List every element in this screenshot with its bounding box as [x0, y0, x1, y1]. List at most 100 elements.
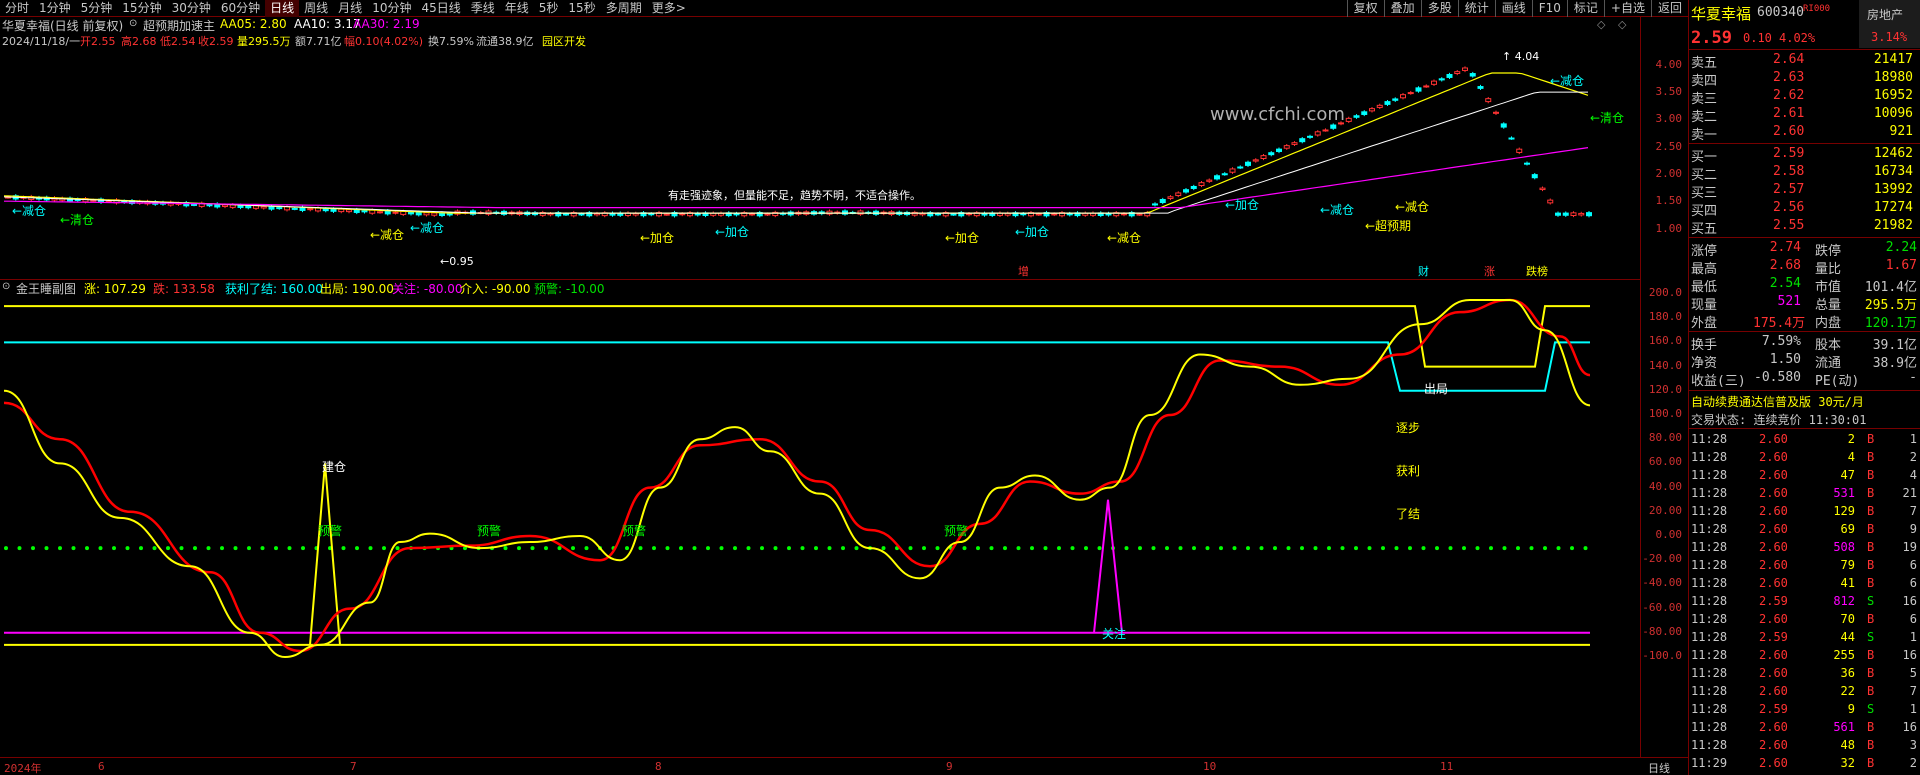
bid-row[interactable]: 买五 2.55 21982: [1689, 217, 1920, 237]
candle-body: [1485, 98, 1492, 103]
function-button[interactable]: 标记: [1566, 0, 1604, 17]
circle-icon[interactable]: ⊙: [2, 281, 10, 292]
ask-row[interactable]: 卖二 2.61 10096: [1689, 105, 1920, 125]
candle-body: [663, 213, 670, 216]
warn-label: 预警: [477, 523, 501, 538]
concept-tag[interactable]: 园区开发: [542, 33, 586, 49]
function-button[interactable]: 画线: [1494, 0, 1532, 17]
function-button[interactable]: 返回: [1650, 0, 1688, 17]
period-tab[interactable]: 45日线: [416, 0, 465, 17]
event-marker[interactable]: 涨: [1484, 265, 1495, 278]
stat-label: 收益(三): [1691, 374, 1746, 389]
candle-body: [1369, 108, 1375, 112]
tick-time: 11:28: [1691, 522, 1728, 536]
indicator-tick: 40.00: [1648, 479, 1682, 493]
tick-count: 7: [1909, 504, 1917, 518]
diamond-icon[interactable]: ◇: [1597, 18, 1605, 31]
event-marker[interactable]: 跌榜: [1526, 264, 1548, 278]
bid-price: 2.57: [1773, 182, 1805, 197]
indicator-tick: 120.0: [1648, 382, 1682, 396]
bid-row[interactable]: 买二 2.58 16734: [1689, 163, 1920, 183]
indicator-tick: -60.00: [1642, 600, 1682, 614]
period-tab[interactable]: 更多>: [647, 0, 691, 17]
function-button[interactable]: 叠加: [1383, 0, 1421, 17]
period-tab[interactable]: 15分钟: [117, 0, 166, 17]
ad-row[interactable]: 自动续费通达信普及版 30元/月: [1689, 392, 1920, 410]
bid-volume: 16734: [1873, 164, 1913, 179]
function-button[interactable]: 多股: [1420, 0, 1458, 17]
period-tab[interactable]: 分时: [0, 0, 34, 17]
bid-row[interactable]: 买三 2.57 13992: [1689, 181, 1920, 201]
bid-row[interactable]: 买一 2.59 12462: [1689, 145, 1920, 165]
period-tab[interactable]: 季线: [466, 0, 500, 17]
function-button[interactable]: +自选: [1603, 0, 1651, 17]
tick-volume: 69: [1840, 522, 1855, 536]
candle-body: [1291, 142, 1298, 145]
candle-body: [1268, 152, 1275, 156]
period-tab[interactable]: 5秒: [534, 0, 564, 17]
period-tabs: 分时 1分钟 5分钟 15分钟 30分钟 60分钟 日线 周线 月线 10分钟 45日线 季线 年线 5秒…: [0, 0, 691, 17]
candle-body: [1500, 123, 1507, 128]
tick-price: 2.60: [1759, 504, 1788, 518]
warn-dot: [1340, 546, 1345, 551]
divider: [1689, 428, 1920, 429]
indicator-name[interactable]: 超预期加速主: [143, 17, 215, 34]
trade-status-row: 交易状态: 连续竞价 11:30:01: [1689, 410, 1920, 428]
ask-price: 2.64: [1773, 52, 1805, 67]
stock-name: 华夏幸福: [1691, 5, 1752, 23]
trade-signal-label: ←减仓: [410, 221, 444, 235]
tick-volume: 44: [1840, 630, 1855, 644]
tick-volume: 9: [1847, 702, 1855, 716]
event-marker[interactable]: 财: [1418, 264, 1429, 278]
ad-text[interactable]: 自动续费通达信普及版 30元/月: [1691, 393, 1864, 410]
step-label: 了结: [1396, 507, 1420, 521]
candle-body: [1547, 199, 1554, 204]
tick-price: 2.60: [1759, 522, 1788, 536]
indicator-tick: 180.0: [1648, 310, 1682, 324]
bar-date: 2024/11/18/一: [2, 35, 81, 48]
diamond-icon[interactable]: ◇: [1618, 18, 1626, 31]
warn-dot: [1057, 546, 1061, 551]
period-tab[interactable]: 30分钟: [167, 0, 216, 17]
ask-row[interactable]: 卖五 2.64 21417: [1689, 51, 1920, 71]
price-tick: 2.50: [1655, 140, 1683, 153]
function-buttons: 复权 叠加 多股 统计 画线 F10 标记 +自选 返回: [1346, 0, 1688, 17]
period-tab[interactable]: 多周期: [601, 0, 647, 17]
ask-row[interactable]: 卖三 2.62 16952: [1689, 87, 1920, 107]
kline-chart[interactable]: ←减仓 ←清仓 ←减仓 ←减仓 ←加仓 ←加仓 ←加仓 ←加仓 ←减仓 ←加仓 ←超预期 ←减仓 ←减仓…: [0, 17, 1640, 279]
period-tab[interactable]: 5分钟: [76, 0, 118, 17]
tick-volume: 4: [1847, 450, 1855, 464]
period-label[interactable]: 日线: [1648, 760, 1670, 775]
period-tab[interactable]: 月线: [333, 0, 367, 17]
ask-row[interactable]: 卖四 2.63 18980: [1689, 69, 1920, 89]
candle-body: [276, 207, 283, 210]
indicator-title[interactable]: 金王睡副图: [16, 280, 76, 297]
tick-count: 16: [1902, 720, 1917, 734]
tick-volume: 36: [1840, 666, 1855, 680]
stat-value: 2.54: [1769, 276, 1801, 291]
warn-dot: [1016, 546, 1021, 551]
function-button[interactable]: F10: [1531, 0, 1567, 17]
period-tab[interactable]: 日线: [265, 0, 300, 17]
indicator-chart[interactable]: 建仓 预警 预警 预警 预警 关注 出局 逐步 获利 了结 ⊙ 金王睡副图 涨: 107.29 跌…: [0, 279, 1640, 757]
sector-name[interactable]: 房地产: [1867, 6, 1903, 23]
bid-row[interactable]: 买四 2.56 17274: [1689, 199, 1920, 219]
indicator-tick: 0.00: [1655, 528, 1683, 541]
candle-body: [1051, 213, 1058, 216]
period-tab[interactable]: 周线: [299, 0, 333, 17]
candle-body: [191, 203, 197, 206]
divider: [1689, 143, 1920, 144]
date-axis: 日线 2024年 6 7 8 9 10 11: [0, 757, 1688, 775]
period-tab[interactable]: 10分钟: [367, 0, 416, 17]
period-tab[interactable]: 60分钟: [216, 0, 265, 17]
event-marker[interactable]: 增: [1018, 264, 1029, 278]
ask-row[interactable]: 卖一 2.60 921: [1689, 123, 1920, 143]
candle-body: [1175, 192, 1182, 197]
function-button[interactable]: 统计: [1457, 0, 1495, 17]
period-tab[interactable]: 年线: [500, 0, 534, 17]
period-tab[interactable]: 1分钟: [34, 0, 76, 17]
function-button[interactable]: 复权: [1346, 0, 1384, 17]
circle-icon[interactable]: ⊙: [129, 18, 137, 29]
ask-volume: 18980: [1873, 70, 1913, 85]
period-tab[interactable]: 15秒: [563, 0, 600, 17]
